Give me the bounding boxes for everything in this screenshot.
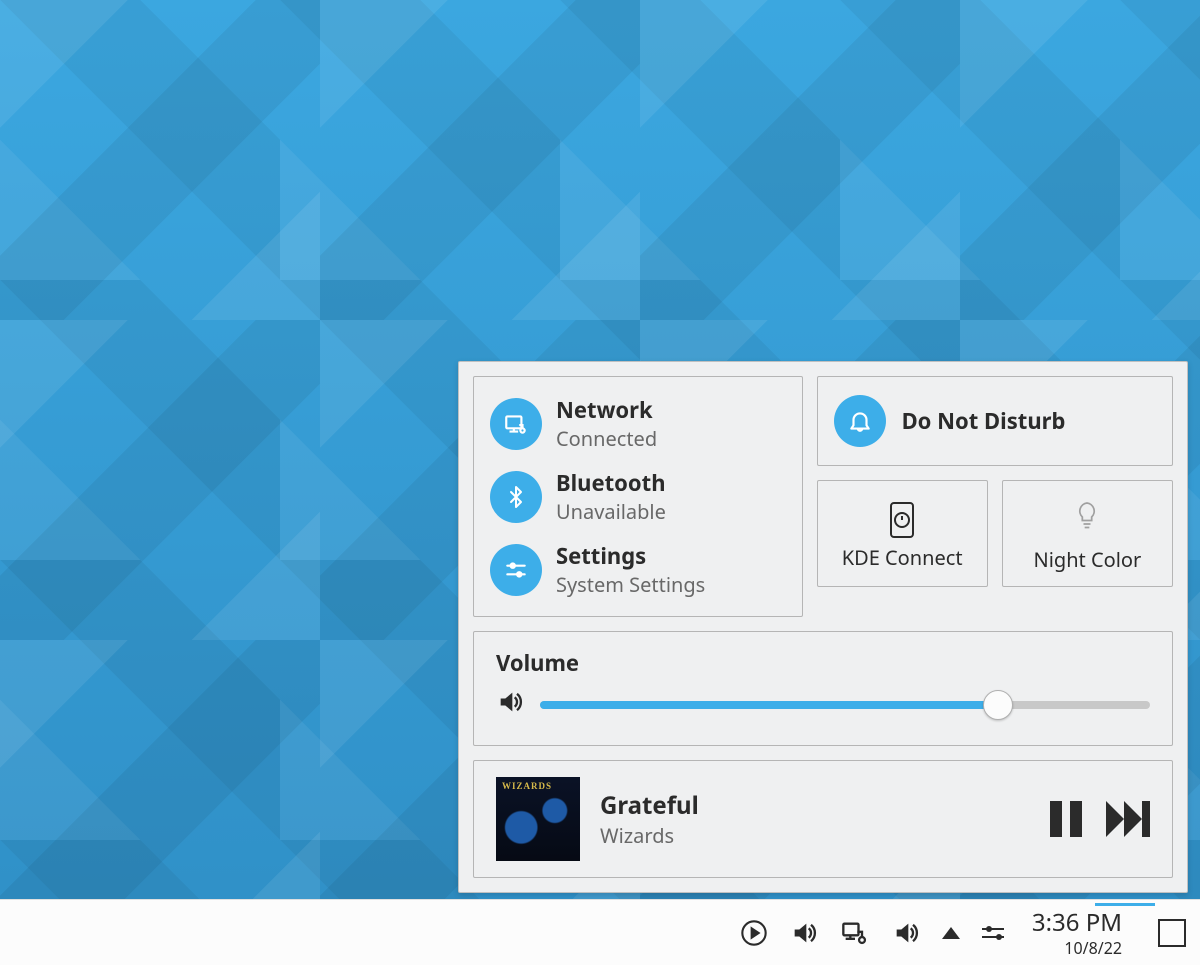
quick-settings-row: Network Connected Bluetooth Unavailable	[473, 376, 1173, 617]
quick-settings-panel: Network Connected Bluetooth Unavailable	[458, 361, 1188, 893]
bell-icon	[834, 395, 886, 447]
album-art	[496, 777, 580, 861]
kde-connect-button[interactable]: KDE Connect	[817, 480, 988, 587]
settings-title: Settings	[556, 541, 705, 571]
network-icon	[490, 398, 542, 450]
bluetooth-status: Unavailable	[556, 498, 666, 525]
night-color-button[interactable]: Night Color	[1002, 480, 1173, 587]
settings-icon	[490, 544, 542, 596]
mini-tile-grid: KDE Connect Night Color	[817, 480, 1173, 587]
kde-connect-label: KDE Connect	[842, 546, 963, 570]
clock-date: 10/8/22	[1032, 937, 1122, 959]
system-tray: 3:36 PM 10/8/22	[740, 906, 1186, 959]
audio-device-tray-icon[interactable]	[892, 919, 920, 947]
quick-settings-tray-icon[interactable]	[982, 928, 1004, 938]
slider-fill	[540, 701, 998, 709]
connectivity-tile: Network Connected Bluetooth Unavailable	[473, 376, 803, 617]
network-button[interactable]: Network Connected	[486, 387, 790, 460]
volume-label: Volume	[496, 648, 1150, 678]
volume-slider[interactable]	[540, 690, 1150, 720]
right-column: Do Not Disturb KDE Connect Night Color	[817, 376, 1173, 617]
pause-button[interactable]	[1050, 801, 1082, 837]
volume-tray-icon[interactable]	[790, 919, 818, 947]
settings-button[interactable]: Settings System Settings	[486, 533, 790, 606]
taskbar: 3:36 PM 10/8/22	[0, 899, 1200, 965]
network-status: Connected	[556, 425, 657, 452]
bluetooth-button[interactable]: Bluetooth Unavailable	[486, 460, 790, 533]
media-player-card: Grateful Wizards	[473, 760, 1173, 878]
volume-card: Volume	[473, 631, 1173, 746]
dnd-title: Do Not Disturb	[902, 408, 1066, 434]
slider-thumb[interactable]	[983, 690, 1013, 720]
track-artist: Wizards	[600, 822, 1030, 849]
bluetooth-icon	[490, 471, 542, 523]
night-color-label: Night Color	[1034, 548, 1142, 572]
phone-icon	[890, 502, 914, 538]
show-desktop-button[interactable]	[1158, 919, 1186, 947]
media-tray-icon[interactable]	[740, 919, 768, 947]
bulb-icon	[1073, 499, 1101, 540]
bluetooth-title: Bluetooth	[556, 468, 666, 498]
taskbar-clock[interactable]: 3:36 PM 10/8/22	[1032, 906, 1122, 959]
network-tray-icon[interactable]	[840, 919, 870, 947]
next-track-button[interactable]	[1106, 801, 1150, 837]
do-not-disturb-button[interactable]: Do Not Disturb	[817, 376, 1173, 466]
track-title: Grateful	[600, 789, 1030, 822]
active-indicator	[1095, 903, 1155, 906]
settings-status: System Settings	[556, 571, 705, 598]
clock-time: 3:36 PM	[1032, 906, 1122, 939]
network-title: Network	[556, 395, 657, 425]
speaker-icon[interactable]	[496, 688, 524, 721]
tray-expand-icon[interactable]	[942, 927, 960, 939]
